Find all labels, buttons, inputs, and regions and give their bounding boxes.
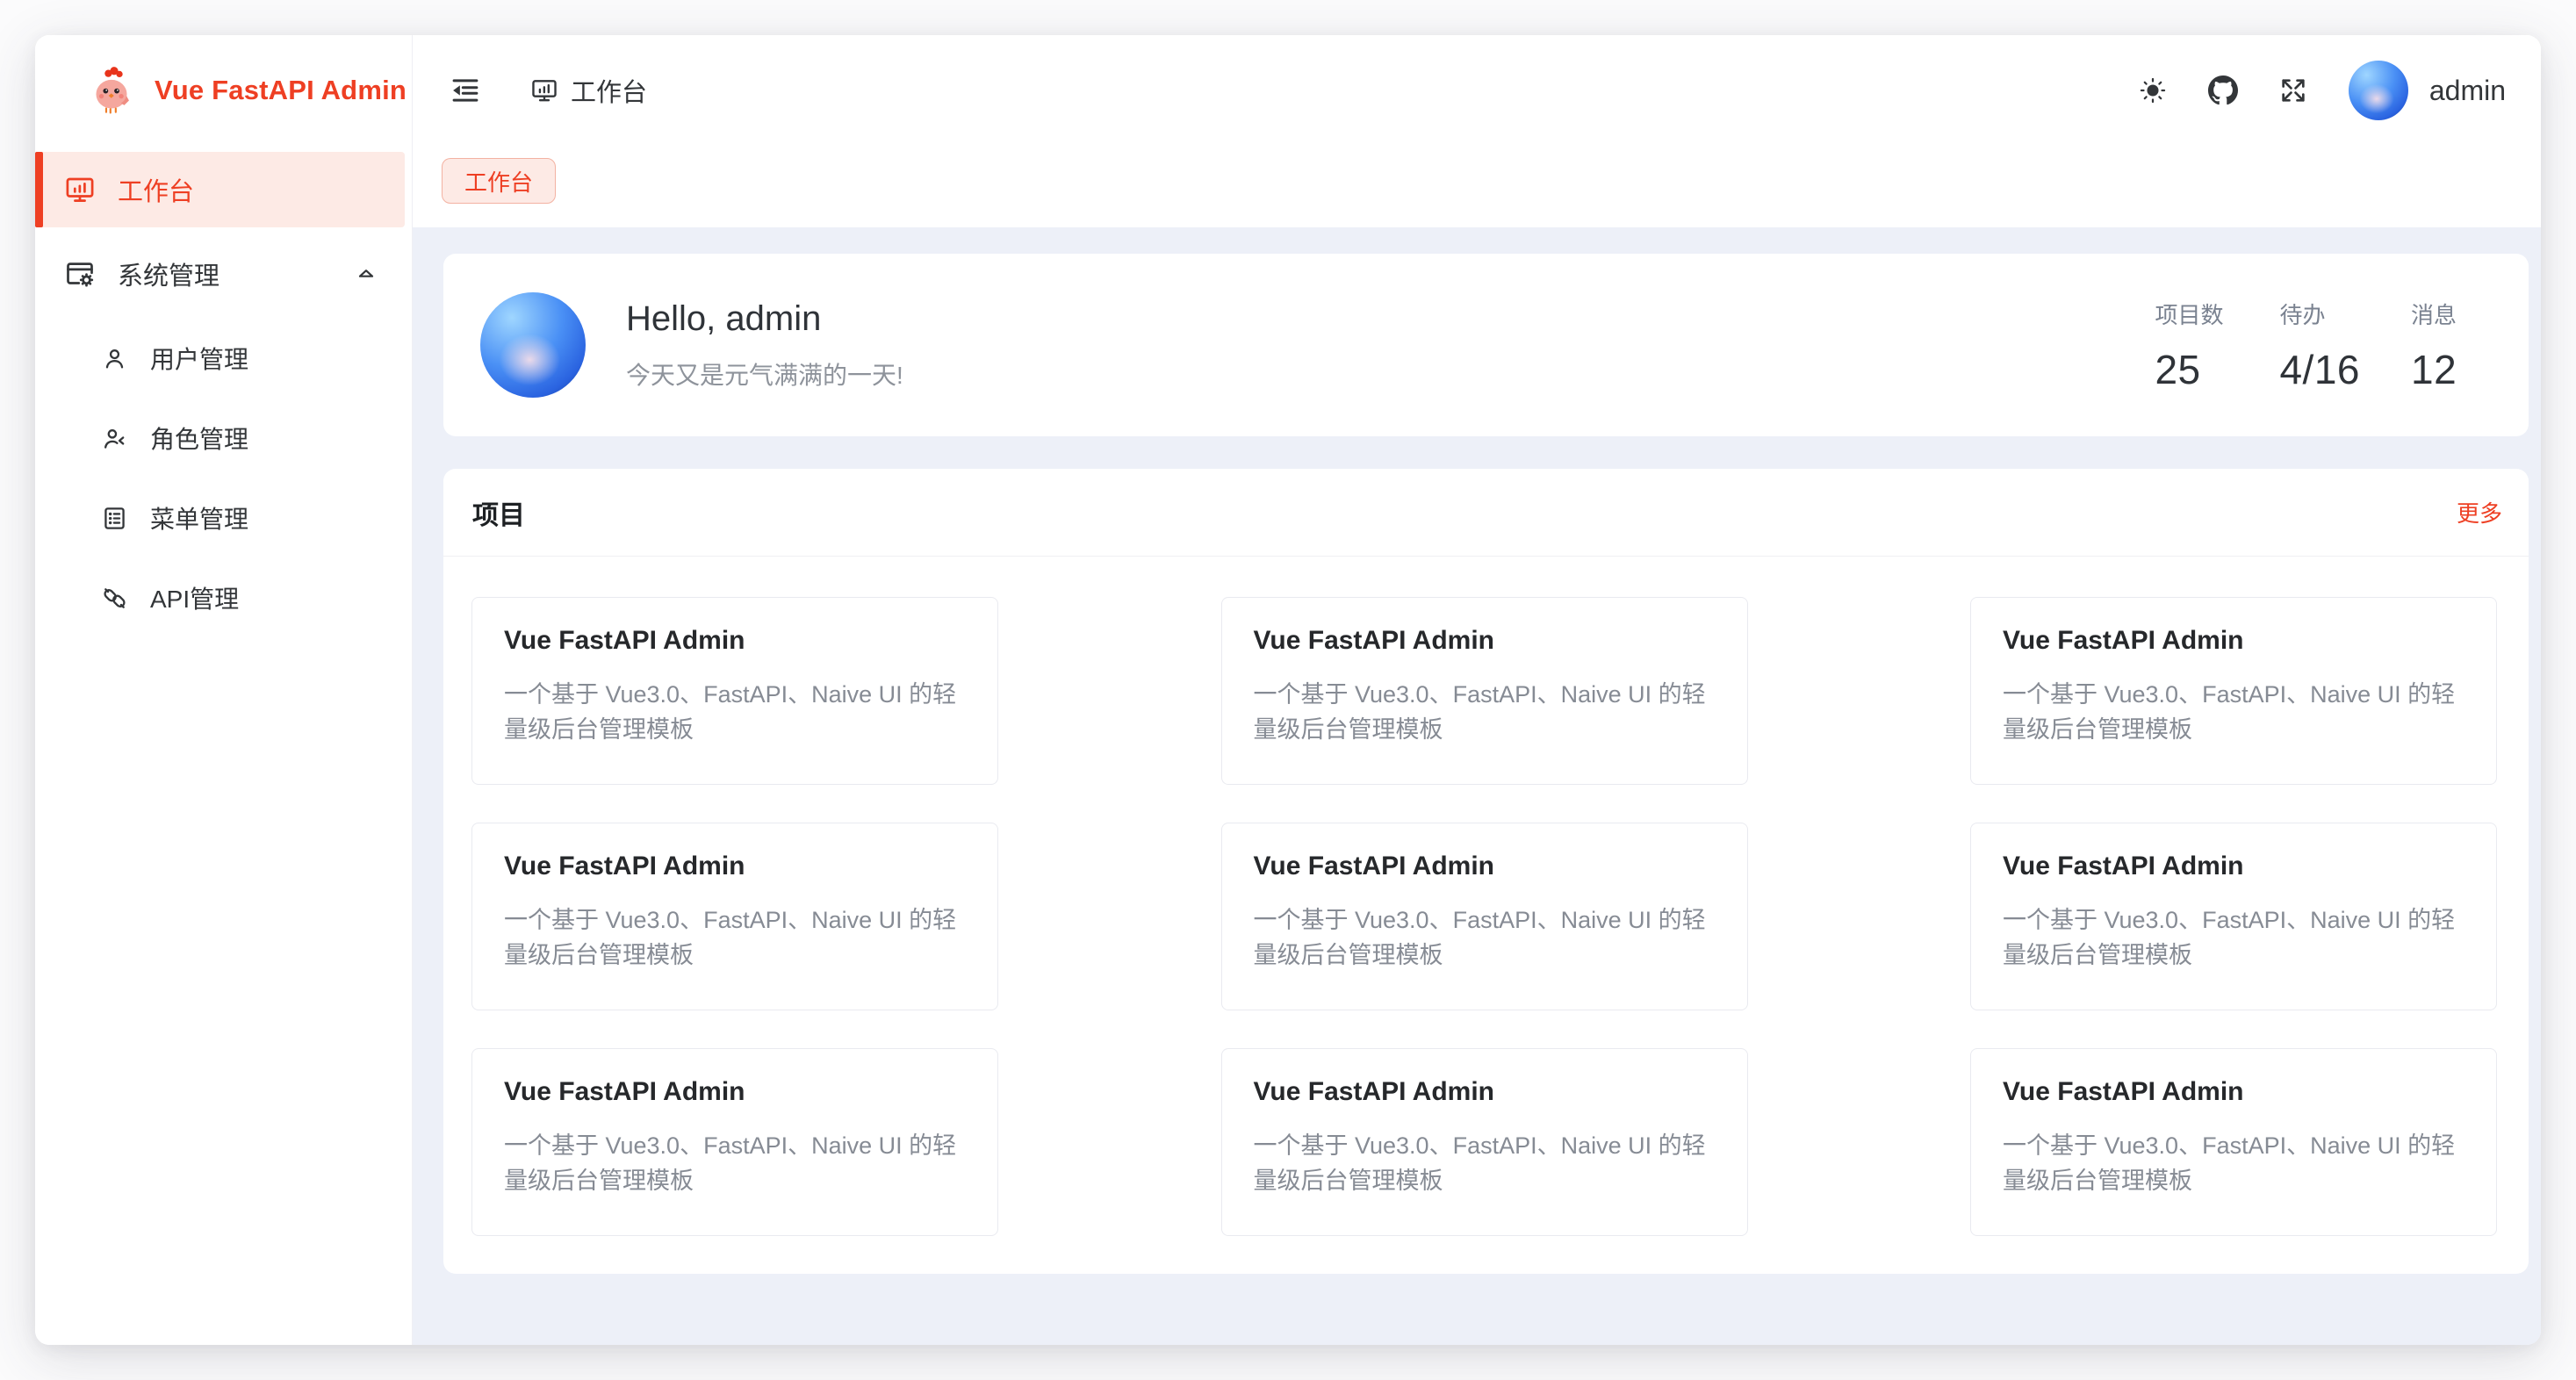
project-card-title: Vue FastAPI Admin xyxy=(504,852,966,881)
workbench-icon xyxy=(64,174,96,205)
sidebar: Vue FastAPI Admin 工作台 系统管理 xyxy=(35,35,413,1345)
breadcrumb[interactable]: 工作台 xyxy=(530,72,647,109)
app-window: Vue FastAPI Admin 工作台 系统管理 xyxy=(35,35,2541,1345)
chevron-up-icon xyxy=(355,262,378,285)
main-area: 工作台 admin xyxy=(413,35,2541,1345)
stat-value: 4/16 xyxy=(2279,346,2360,393)
user-menu[interactable]: admin xyxy=(2349,61,2506,120)
project-card[interactable]: Vue FastAPI Admin 一个基于 Vue3.0、FastAPI、Na… xyxy=(1221,823,1748,1010)
stat-value: 12 xyxy=(2411,346,2485,393)
project-card-title: Vue FastAPI Admin xyxy=(1254,1077,1716,1107)
project-card[interactable]: Vue FastAPI Admin 一个基于 Vue3.0、FastAPI、Na… xyxy=(1970,597,2497,785)
tab-tag-workbench[interactable]: 工作台 xyxy=(442,158,556,204)
top-header: 工作台 admin xyxy=(413,35,2541,146)
breadcrumb-label: 工作台 xyxy=(571,72,647,109)
stat-projects: 项目数 25 xyxy=(2155,298,2228,393)
sidebar-item-label: 系统管理 xyxy=(118,255,219,292)
project-card-description: 一个基于 Vue3.0、FastAPI、Naive UI 的轻量级后台管理模板 xyxy=(1254,902,1716,973)
avatar xyxy=(2349,61,2408,120)
project-card-description: 一个基于 Vue3.0、FastAPI、Naive UI 的轻量级后台管理模板 xyxy=(504,677,966,747)
project-card[interactable]: Vue FastAPI Admin 一个基于 Vue3.0、FastAPI、Na… xyxy=(1970,823,2497,1010)
app-title: Vue FastAPI Admin xyxy=(155,75,407,106)
system-settings-icon xyxy=(64,258,96,290)
desktop-background: Vue FastAPI Admin 工作台 系统管理 xyxy=(0,0,2576,1380)
project-card-title: Vue FastAPI Admin xyxy=(2003,1077,2464,1107)
sidebar-item-label: 角色管理 xyxy=(150,420,248,456)
project-card-title: Vue FastAPI Admin xyxy=(2003,626,2464,656)
workbench-icon xyxy=(530,76,558,104)
project-card-title: Vue FastAPI Admin xyxy=(504,1077,966,1107)
project-card[interactable]: Vue FastAPI Admin 一个基于 Vue3.0、FastAPI、Na… xyxy=(471,823,998,1010)
welcome-text: Hello, admin 今天又是元气满满的一天! xyxy=(626,299,903,392)
project-card-title: Vue FastAPI Admin xyxy=(1254,852,1716,881)
project-card-description: 一个基于 Vue3.0、FastAPI、Naive UI 的轻量级后台管理模板 xyxy=(2003,677,2464,747)
project-card[interactable]: Vue FastAPI Admin 一个基于 Vue3.0、FastAPI、Na… xyxy=(471,597,998,785)
welcome-avatar xyxy=(480,292,586,398)
project-card-title: Vue FastAPI Admin xyxy=(504,626,966,656)
welcome-card: Hello, admin 今天又是元气满满的一天! 项目数 25 待办 4/16 xyxy=(443,254,2529,436)
fullscreen-icon[interactable] xyxy=(2278,75,2308,105)
sidebar-item-label: API管理 xyxy=(150,580,239,615)
stat-label: 待办 xyxy=(2279,298,2360,330)
project-card-description: 一个基于 Vue3.0、FastAPI、Naive UI 的轻量级后台管理模板 xyxy=(504,1128,966,1198)
project-card-description: 一个基于 Vue3.0、FastAPI、Naive UI 的轻量级后台管理模板 xyxy=(2003,1128,2464,1198)
sidebar-item-role-management[interactable]: 角色管理 xyxy=(35,400,405,476)
menu-list-icon xyxy=(101,505,128,532)
project-card-description: 一个基于 Vue3.0、FastAPI、Naive UI 的轻量级后台管理模板 xyxy=(1254,677,1716,747)
sidebar-collapse-icon[interactable] xyxy=(450,75,481,106)
projects-grid: Vue FastAPI Admin 一个基于 Vue3.0、FastAPI、Na… xyxy=(443,557,2529,1274)
stat-messages: 消息 12 xyxy=(2411,298,2485,393)
project-card-description: 一个基于 Vue3.0、FastAPI、Naive UI 的轻量级后台管理模板 xyxy=(2003,902,2464,973)
project-card[interactable]: Vue FastAPI Admin 一个基于 Vue3.0、FastAPI、Na… xyxy=(471,1048,998,1236)
github-icon[interactable] xyxy=(2208,75,2238,105)
stat-value: 25 xyxy=(2155,346,2228,393)
stat-label: 项目数 xyxy=(2155,298,2228,330)
chick-logo-icon xyxy=(86,65,137,116)
app-logo[interactable]: Vue FastAPI Admin xyxy=(35,35,412,146)
project-card[interactable]: Vue FastAPI Admin 一个基于 Vue3.0、FastAPI、Na… xyxy=(1970,1048,2497,1236)
header-actions: admin xyxy=(2138,61,2506,120)
projects-header: 项目 更多 xyxy=(443,469,2529,557)
project-card-description: 一个基于 Vue3.0、FastAPI、Naive UI 的轻量级后台管理模板 xyxy=(504,902,966,973)
sidebar-item-system-management[interactable]: 系统管理 xyxy=(35,236,405,312)
welcome-greeting: Hello, admin xyxy=(626,299,903,339)
project-card-description: 一个基于 Vue3.0、FastAPI、Naive UI 的轻量级后台管理模板 xyxy=(1254,1128,1716,1198)
more-link[interactable]: 更多 xyxy=(2457,496,2502,528)
role-icon xyxy=(101,425,128,452)
projects-title: 项目 xyxy=(472,493,525,532)
page-content: Hello, admin 今天又是元气满满的一天! 项目数 25 待办 4/16 xyxy=(413,227,2541,1345)
stat-label: 消息 xyxy=(2411,298,2485,330)
stat-todos: 待办 4/16 xyxy=(2279,298,2360,393)
user-icon xyxy=(101,345,128,372)
sidebar-item-label: 用户管理 xyxy=(150,341,248,376)
sidebar-item-label: 工作台 xyxy=(118,171,194,208)
project-card-title: Vue FastAPI Admin xyxy=(1254,626,1716,656)
sidebar-item-label: 菜单管理 xyxy=(150,500,248,535)
welcome-message: 今天又是元气满满的一天! xyxy=(626,356,903,392)
project-card[interactable]: Vue FastAPI Admin 一个基于 Vue3.0、FastAPI、Na… xyxy=(1221,597,1748,785)
sidebar-item-api-management[interactable]: API管理 xyxy=(35,560,405,636)
sidebar-item-workbench[interactable]: 工作台 xyxy=(35,152,405,227)
api-plug-icon xyxy=(101,585,128,612)
sidebar-submenu-system: 用户管理 角色管理 菜单管理 xyxy=(35,316,412,640)
theme-sun-icon[interactable] xyxy=(2138,75,2168,105)
tabs-bar: 工作台 xyxy=(413,146,2541,227)
stats-group: 项目数 25 待办 4/16 消息 12 xyxy=(2155,298,2485,393)
username: admin xyxy=(2429,75,2506,107)
sidebar-item-user-management[interactable]: 用户管理 xyxy=(35,320,405,396)
sidebar-menu: 工作台 系统管理 用户管理 xyxy=(35,146,412,640)
projects-panel: 项目 更多 Vue FastAPI Admin 一个基于 Vue3.0、Fast… xyxy=(443,469,2529,1274)
project-card-title: Vue FastAPI Admin xyxy=(2003,852,2464,881)
sidebar-item-menu-management[interactable]: 菜单管理 xyxy=(35,480,405,556)
project-card[interactable]: Vue FastAPI Admin 一个基于 Vue3.0、FastAPI、Na… xyxy=(1221,1048,1748,1236)
